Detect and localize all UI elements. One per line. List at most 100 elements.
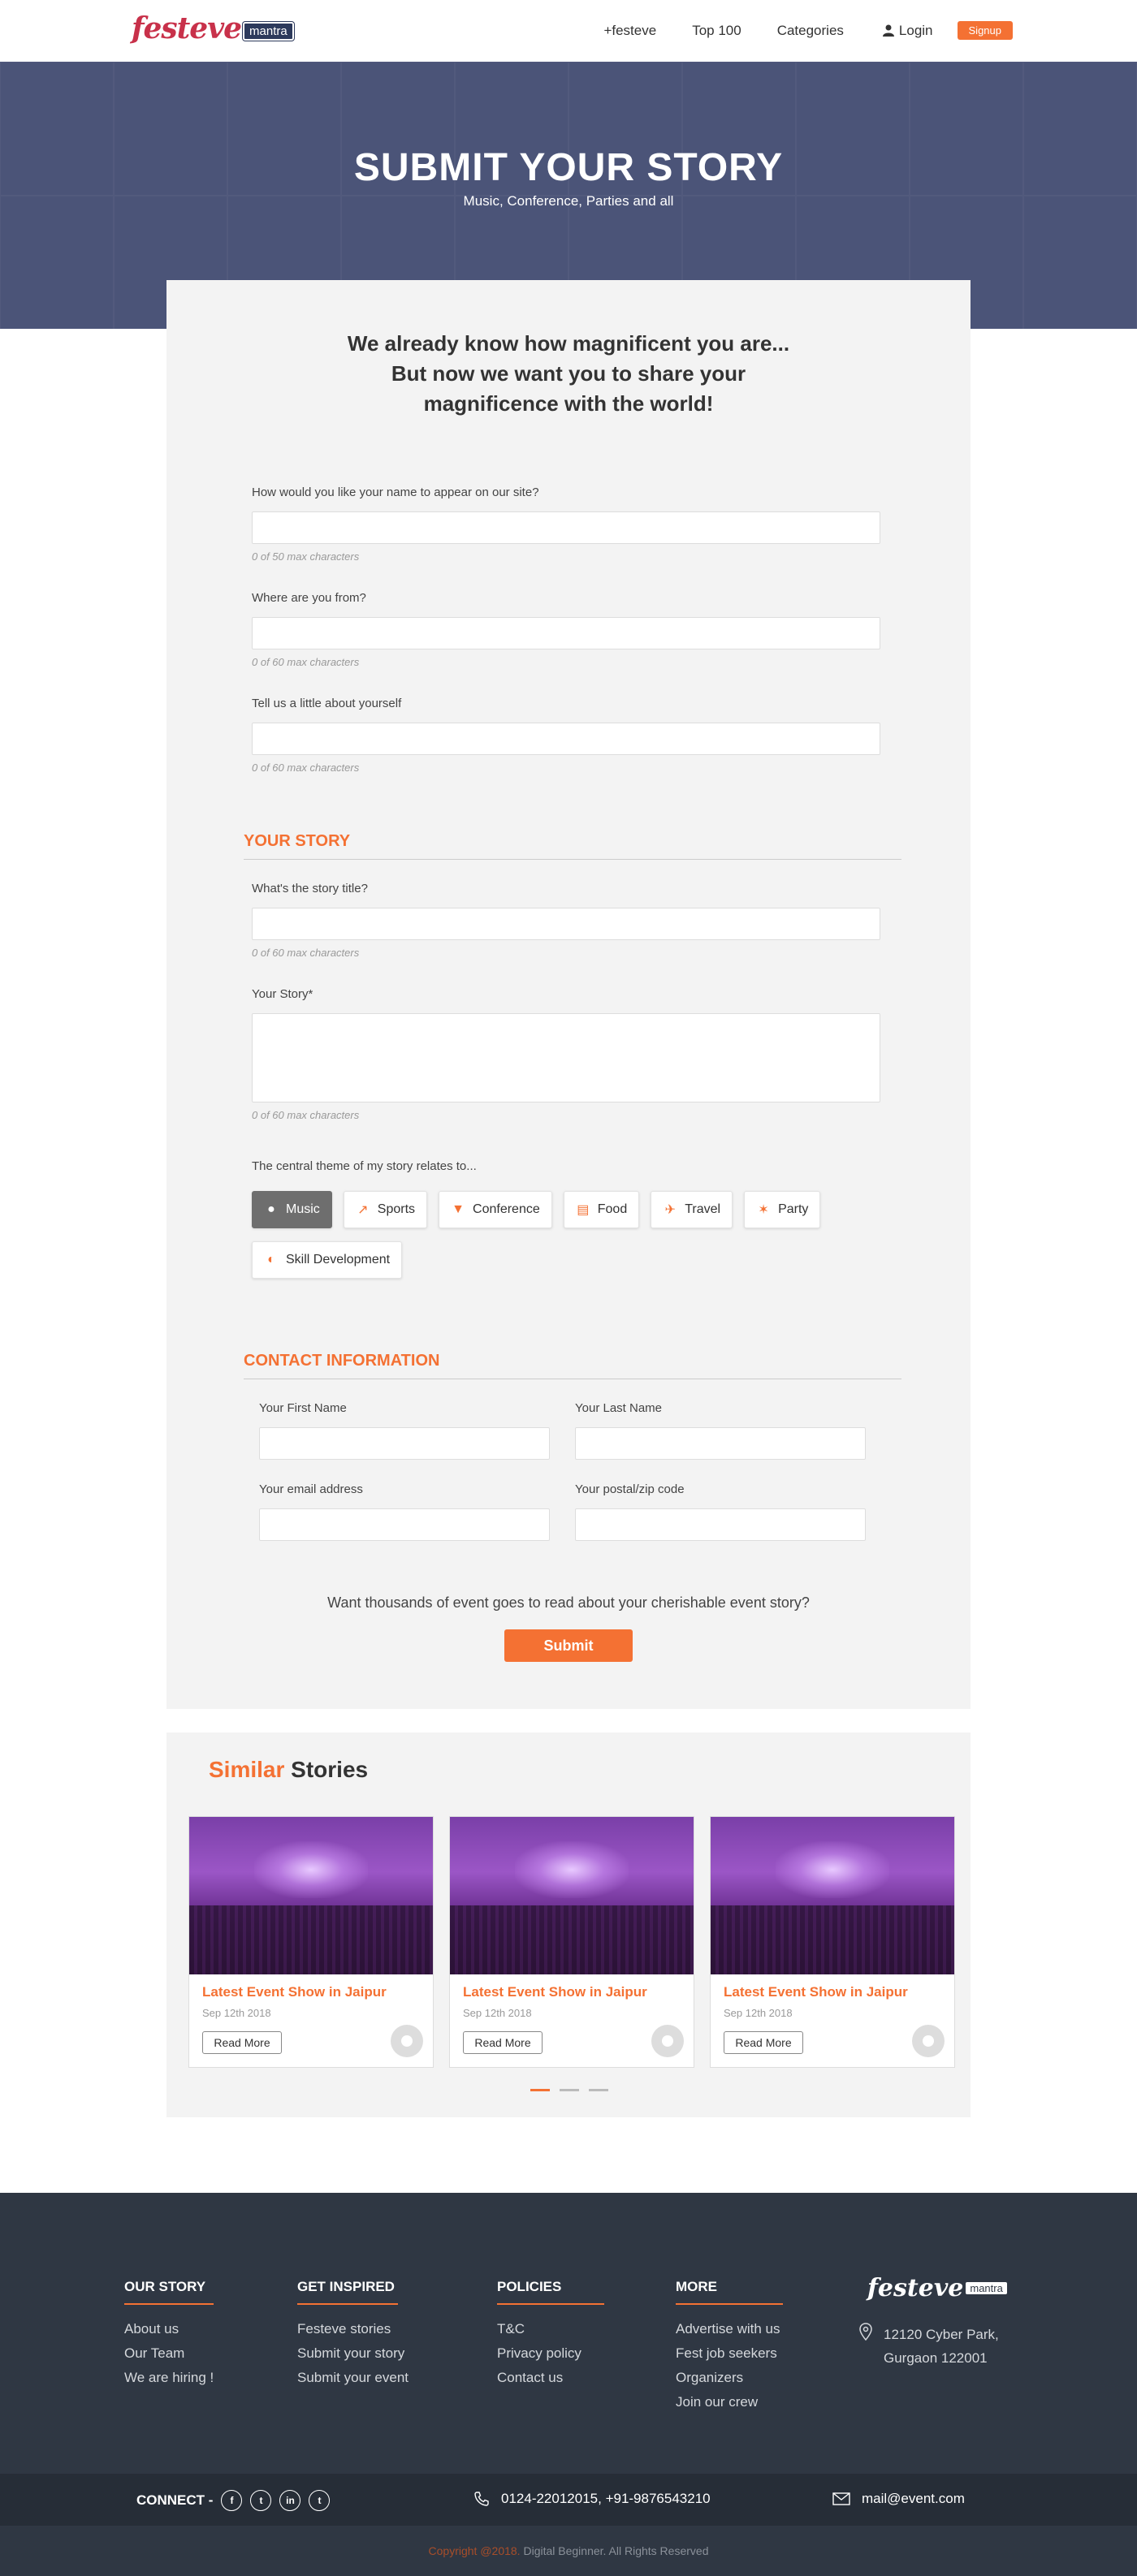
submit-prompt: Want thousands of event goes to read abo… — [327, 1594, 810, 1611]
read-more-button[interactable]: Read More — [724, 2031, 803, 2054]
about-label: Tell us a little about yourself — [252, 697, 402, 710]
footer-link[interactable]: Organizers — [676, 2366, 783, 2390]
nav-top-100[interactable]: Top 100 — [692, 23, 741, 39]
footer-link[interactable]: Advertise with us — [676, 2317, 783, 2341]
story-title: Latest Event Show in Jaipur — [463, 1984, 647, 2000]
about-input[interactable] — [252, 723, 880, 755]
story-card[interactable]: Latest Event Show in Jaipur Sep 12th 201… — [449, 1816, 694, 2068]
first-name-input[interactable] — [259, 1427, 550, 1460]
footer-link[interactable]: Submit your event — [297, 2366, 409, 2390]
disc-icon — [651, 2025, 684, 2057]
story-date: Sep 12th 2018 — [463, 2007, 532, 2019]
twitter-icon[interactable]: t — [250, 2490, 272, 2511]
concert-image — [450, 1817, 694, 1974]
email-label: Your email address — [259, 1482, 363, 1496]
footer-link[interactable]: We are hiring ! — [124, 2366, 214, 2390]
food-icon: ▤ — [577, 1203, 590, 1217]
from-label: Where are you from? — [252, 591, 366, 605]
music-icon: ● — [267, 1202, 275, 1216]
twitter-icon[interactable]: t — [309, 2490, 331, 2511]
footer-link[interactable]: Submit your story — [297, 2341, 409, 2366]
footer-col-get-inspired: GET INSPIRED Festeve stories Submit your… — [297, 2279, 409, 2390]
disc-icon — [912, 2025, 945, 2057]
story-textarea[interactable] — [252, 1013, 880, 1102]
section-divider — [244, 859, 901, 860]
footer-logo[interactable]: festeve mantra — [867, 2274, 1007, 2302]
carousel-indicators — [530, 2089, 608, 2091]
nav-categories[interactable]: Categories — [777, 23, 844, 39]
theme-label: The central theme of my story relates to… — [252, 1159, 477, 1173]
main-nav: +festeve Top 100 Categories Login Signup — [568, 21, 1013, 40]
footer-link[interactable]: T&C — [497, 2317, 604, 2341]
story-date: Sep 12th 2018 — [202, 2007, 271, 2019]
theme-chip-travel[interactable]: ✈ Travel — [651, 1191, 733, 1228]
footer-email[interactable]: mail@event.com — [832, 2491, 965, 2507]
story-title-char-count: 0 of 60 max characters — [252, 947, 360, 959]
footer-link[interactable]: Festeve stories — [297, 2317, 409, 2341]
footer-phone: 0124-22012015, +91-9876543210 — [473, 2491, 711, 2507]
contact-info-heading: CONTACT INFORMATION — [244, 1352, 440, 1370]
location-input[interactable] — [252, 617, 880, 649]
user-icon — [882, 24, 894, 37]
last-name-input[interactable] — [575, 1427, 866, 1460]
conference-icon: ▼ — [452, 1202, 465, 1216]
theme-chip-party[interactable]: ✶ Party — [744, 1191, 821, 1228]
nav-festeve[interactable]: +festeve — [603, 23, 656, 39]
travel-icon: ✈ — [664, 1203, 676, 1217]
carousel-dot[interactable] — [560, 2089, 579, 2091]
footer-link[interactable]: Our Team — [124, 2341, 214, 2366]
theme-options: ● Music ↗ Sports ▼ Conference ▤ Food ✈ T… — [252, 1191, 893, 1279]
footer-connect-bar: CONNECT - f t in t 0124-22012015, +91-98… — [0, 2474, 1137, 2526]
your-story-heading: YOUR STORY — [244, 832, 351, 850]
footer-link[interactable]: Contact us — [497, 2366, 604, 2390]
mail-icon — [832, 2492, 850, 2505]
social-links: CONNECT - f t in t — [136, 2490, 331, 2511]
read-more-button[interactable]: Read More — [202, 2031, 282, 2054]
concert-image — [189, 1817, 433, 1974]
story-date: Sep 12th 2018 — [724, 2007, 793, 2019]
signup-button[interactable]: Signup — [957, 21, 1013, 40]
location-pin-icon — [859, 2323, 872, 2341]
story-title-input[interactable] — [252, 908, 880, 940]
carousel-dot[interactable] — [589, 2089, 608, 2091]
story-card[interactable]: Latest Event Show in Jaipur Sep 12th 201… — [188, 1816, 434, 2068]
similar-stories-section: Similar Stories Latest Event Show in Jai… — [166, 1732, 971, 2117]
name-char-count: 0 of 50 max characters — [252, 550, 360, 563]
zip-label: Your postal/zip code — [575, 1482, 685, 1496]
theme-chip-sports[interactable]: ↗ Sports — [343, 1191, 428, 1228]
concert-image — [711, 1817, 954, 1974]
from-char-count: 0 of 60 max characters — [252, 656, 360, 668]
theme-chip-food[interactable]: ▤ Food — [563, 1191, 640, 1228]
story-card[interactable]: Latest Event Show in Jaipur Sep 12th 201… — [710, 1816, 955, 2068]
name-label: How would you like your name to appear o… — [252, 485, 539, 499]
page-title: SUBMIT YOUR STORY — [353, 146, 784, 189]
theme-chip-skill-development[interactable]: ◐ Skill Development — [252, 1241, 403, 1279]
footer-col-our-story: OUR STORY About us Our Team We are hirin… — [124, 2279, 214, 2390]
facebook-icon[interactable]: f — [221, 2490, 243, 2511]
login-link[interactable]: Login — [882, 23, 933, 39]
site-logo[interactable]: festeve mantra — [132, 11, 294, 45]
read-more-button[interactable]: Read More — [463, 2031, 543, 2054]
story-label: Your Story* — [252, 987, 313, 1001]
zip-input[interactable] — [575, 1508, 866, 1541]
footer-link[interactable]: About us — [124, 2317, 214, 2341]
copyright: Copyright @2018. Digital Beginner. All R… — [0, 2526, 1137, 2576]
submit-button[interactable]: Submit — [504, 1629, 633, 1662]
footer-link[interactable]: Join our crew — [676, 2390, 783, 2414]
linkedin-icon[interactable]: in — [279, 2490, 301, 2511]
carousel-dot-active[interactable] — [530, 2089, 550, 2091]
intro-heading: We already know how magnificent you are.… — [347, 331, 790, 416]
footer-link[interactable]: Privacy policy — [497, 2341, 604, 2366]
about-char-count: 0 of 60 max characters — [252, 762, 360, 774]
story-title: Latest Event Show in Jaipur — [202, 1984, 387, 2000]
email-input[interactable] — [259, 1508, 550, 1541]
similar-stories-heading: Similar Stories — [209, 1757, 369, 1782]
theme-chip-conference[interactable]: ▼ Conference — [439, 1191, 552, 1228]
footer-link[interactable]: Fest job seekers — [676, 2341, 783, 2366]
theme-chip-music[interactable]: ● Music — [252, 1191, 332, 1228]
first-name-label: Your First Name — [259, 1401, 347, 1415]
story-title-label: What's the story title? — [252, 882, 368, 895]
display-name-input[interactable] — [252, 511, 880, 544]
story-title: Latest Event Show in Jaipur — [724, 1984, 908, 2000]
story-char-count: 0 of 60 max characters — [252, 1109, 360, 1121]
